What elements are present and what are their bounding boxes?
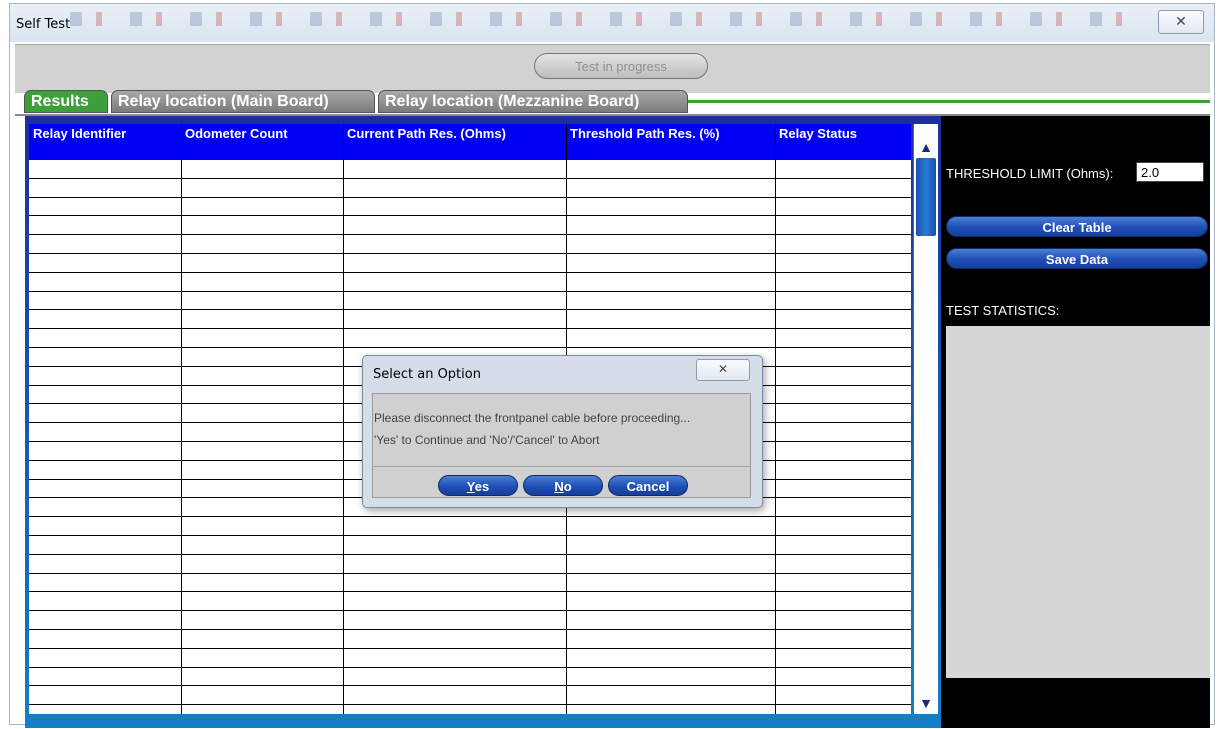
table-header: Relay Identifier Odometer Count Current … <box>29 124 911 160</box>
save-data-button[interactable]: Save Data <box>946 248 1208 269</box>
table-row[interactable] <box>29 179 911 198</box>
title-bar[interactable]: Self Test ✕ <box>10 4 1214 42</box>
tab-results[interactable]: Results <box>24 90 108 113</box>
test-in-progress-button[interactable]: Test in progress <box>534 53 708 79</box>
table-row[interactable] <box>29 536 911 555</box>
test-statistics-area[interactable] <box>946 326 1210 678</box>
table-row[interactable] <box>29 235 911 254</box>
table-row[interactable] <box>29 686 911 706</box>
status-toolbar: Test in progress <box>15 44 1210 93</box>
yes-button[interactable]: Yes <box>438 475 518 496</box>
side-panel: THRESHOLD LIMIT (Ohms): 2.0 Clear Table … <box>941 116 1210 728</box>
yes-label: es <box>474 479 490 494</box>
no-mnemonic: N <box>554 479 564 494</box>
background-app-ribbon <box>70 12 1150 26</box>
dialog-message-line-2: 'Yes' to Continue and 'No'/'Cancel' to A… <box>374 433 600 447</box>
table-row[interactable] <box>29 574 911 593</box>
table-row[interactable] <box>29 310 911 330</box>
table-row[interactable] <box>29 198 911 217</box>
table-row[interactable] <box>29 329 911 348</box>
table-row[interactable] <box>29 160 911 179</box>
no-button[interactable]: No <box>523 475 603 496</box>
table-row[interactable] <box>29 668 911 687</box>
table-row[interactable] <box>29 273 911 292</box>
column-header-relay-identifier[interactable]: Relay Identifier <box>33 126 126 141</box>
table-row[interactable] <box>29 254 911 273</box>
tab-relay-main-board[interactable]: Relay location (Main Board) <box>111 90 375 113</box>
dialog-close-icon[interactable]: ✕ <box>696 359 750 381</box>
scrollbar-thumb[interactable] <box>916 158 936 236</box>
scroll-down-arrow-icon[interactable]: ▼ <box>914 694 938 712</box>
column-header-odometer-count[interactable]: Odometer Count <box>185 126 288 141</box>
threshold-limit-label: THRESHOLD LIMIT (Ohms): <box>946 166 1114 181</box>
table-row[interactable] <box>29 292 911 311</box>
dialog-title: Select an Option <box>373 367 481 382</box>
dialog-separator <box>373 466 750 467</box>
dialog-message-line-1: Please disconnect the frontpanel cable b… <box>374 411 691 425</box>
test-statistics-label: TEST STATISTICS: <box>946 303 1060 318</box>
clear-table-button[interactable]: Clear Table <box>946 216 1208 237</box>
table-row[interactable] <box>29 517 911 536</box>
table-row[interactable] <box>29 592 911 612</box>
table-row[interactable] <box>29 555 911 574</box>
table-row[interactable] <box>29 630 911 649</box>
tab-bar: Results Relay location (Main Board) Rela… <box>15 88 1210 116</box>
yes-mnemonic: Y <box>466 479 475 494</box>
scroll-up-arrow-icon[interactable]: ▲ <box>914 138 938 156</box>
table-row[interactable] <box>29 216 911 236</box>
cancel-button[interactable]: Cancel <box>608 475 688 496</box>
no-label: o <box>563 479 572 494</box>
threshold-limit-input[interactable]: 2.0 <box>1136 162 1204 182</box>
dialog-body: Please disconnect the frontpanel cable b… <box>372 393 751 498</box>
column-header-current-path-res[interactable]: Current Path Res. (Ohms) <box>347 126 506 141</box>
column-header-threshold-path-res[interactable]: Threshold Path Res. (%) <box>570 126 720 141</box>
table-row[interactable] <box>29 649 911 668</box>
column-header-relay-status[interactable]: Relay Status <box>779 126 857 141</box>
tab-bar-line <box>685 100 1210 103</box>
window-title: Self Test <box>16 17 71 32</box>
table-scrollbar[interactable]: ▲ ▼ <box>913 124 938 714</box>
close-icon[interactable]: ✕ <box>1158 10 1204 34</box>
table-row[interactable] <box>29 611 911 630</box>
tab-relay-mezzanine-board[interactable]: Relay location (Mezzanine Board) <box>378 90 688 113</box>
select-option-dialog: Select an Option ✕ Please disconnect the… <box>362 355 763 508</box>
